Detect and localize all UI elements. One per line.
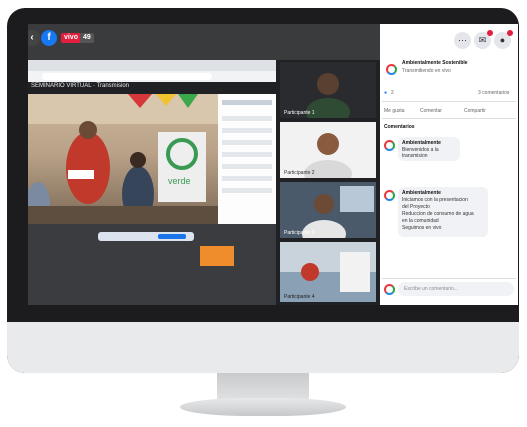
browser-address-bar <box>28 71 276 82</box>
user-avatar <box>384 284 395 295</box>
comment-avatar <box>384 140 395 151</box>
meeting-photo-illustration: verde <box>28 94 218 224</box>
participant-name: Participante 2 <box>284 170 315 176</box>
back-icon[interactable]: ‹ <box>28 30 40 46</box>
url-field[interactable] <box>42 73 212 80</box>
reactions-icon: ● <box>384 90 388 96</box>
reactions-count[interactable]: 2 <box>391 90 394 96</box>
svg-text:verde: verde <box>168 176 191 186</box>
comment-author[interactable]: Ambientalmente <box>402 140 441 146</box>
monitor-chin <box>7 322 519 373</box>
comment-avatar <box>384 190 395 201</box>
live-badge: vivo <box>61 33 82 43</box>
participant-name: Participante 4 <box>284 294 315 300</box>
presentation-photo: verde <box>28 94 218 224</box>
more-icon[interactable]: ⋯ <box>454 32 471 49</box>
share-button[interactable]: Compartir <box>464 108 486 114</box>
participant-name: Participante 1 <box>284 110 315 116</box>
comment-text: transmision <box>402 153 428 159</box>
notifications-icon[interactable]: ● <box>494 30 513 49</box>
shared-screen: SEMINARIO VIRTUAL · Transmision verde <box>28 60 276 305</box>
comment-text: Seguimos en vivo <box>402 225 442 231</box>
comments-panel: ⋯ ✉ ● Ambientalmente Sostenible Transmit… <box>380 24 518 305</box>
participant-tile: Participante 1 <box>280 62 376 118</box>
facebook-icon[interactable]: f <box>41 30 57 46</box>
comment-author[interactable]: Ambientalmente <box>402 190 441 196</box>
participant-gallery: Participante 1 Participante 2 Participan… <box>276 60 380 305</box>
participant-name: Participante 3 <box>284 230 315 236</box>
comment-bubble: Ambientalmente Iniciamos con la presenta… <box>398 187 488 237</box>
comments-count[interactable]: 3 comentarios <box>478 90 509 96</box>
screen-bottom-strip <box>28 224 276 305</box>
comments-header: Comentarios <box>384 124 415 130</box>
meeting-title: SEMINARIO VIRTUAL · Transmision <box>31 83 130 89</box>
comment-text: Iniciamos con la presentacion <box>402 197 468 203</box>
page-name[interactable]: Ambientalmente Sostenible <box>402 60 468 66</box>
participant-tile: Participante 3 <box>280 182 376 238</box>
participant-tile: Participante 2 <box>280 122 376 178</box>
video-top-bar: ‹ f vivo 49 <box>28 24 380 60</box>
messenger-icon[interactable]: ✉ <box>474 30 493 49</box>
comment-bubble: Ambientalmente Bienvenidos a la transmis… <box>398 137 460 161</box>
comment-text: del Proyecto <box>402 204 430 210</box>
comment-input[interactable]: Escribe un comentario... <box>398 282 514 296</box>
comment-button[interactable]: Comentar <box>420 108 442 114</box>
viewer-count: 49 <box>80 33 94 43</box>
browser-tab-strip <box>28 60 276 71</box>
video-area: ‹ f vivo 49 SEMINARIO VIRTUAL · Transmis… <box>28 24 380 305</box>
like-button[interactable]: Me gusta <box>384 108 405 114</box>
side-panel <box>218 94 276 224</box>
monitor-stand-base <box>180 398 346 416</box>
meeting-toolbar: SEMINARIO VIRTUAL · Transmision <box>28 82 276 94</box>
comment-text: en la comunidad <box>402 218 439 224</box>
screen: ‹ f vivo 49 SEMINARIO VIRTUAL · Transmis… <box>28 24 518 305</box>
comment-text: Reduccion de consumo de agua <box>402 211 474 217</box>
participant-tile: Participante 4 <box>280 242 376 302</box>
page-avatar[interactable] <box>386 64 397 75</box>
stream-subtitle: Transmitiendo en vivo <box>402 68 451 74</box>
comment-input-placeholder: Escribe un comentario... <box>404 286 458 292</box>
